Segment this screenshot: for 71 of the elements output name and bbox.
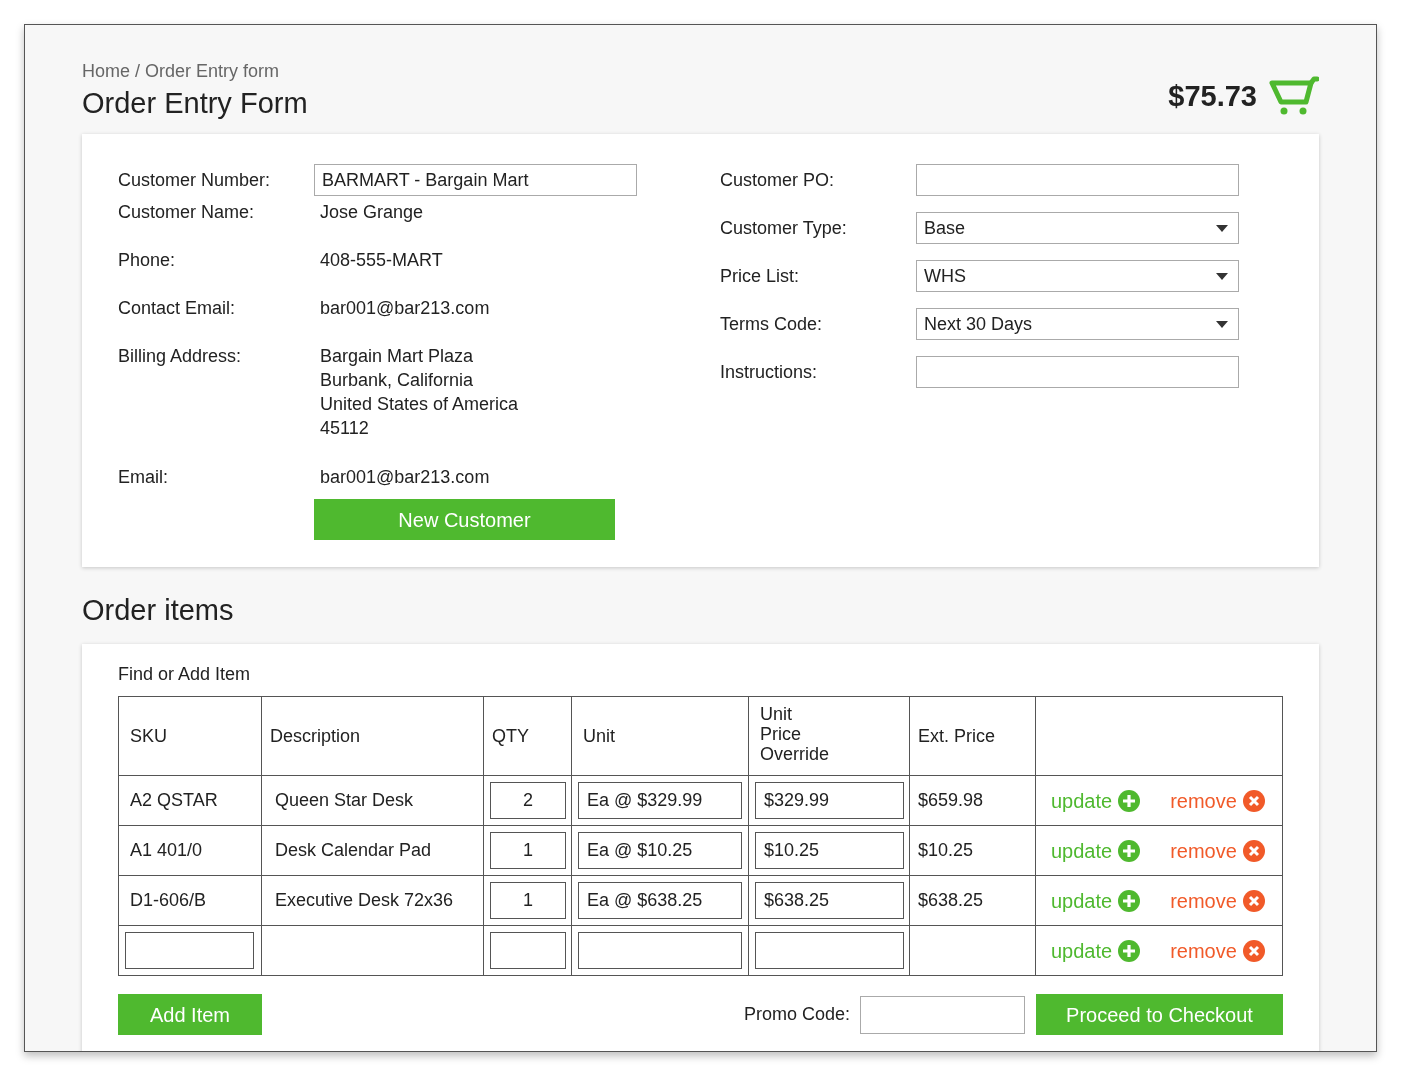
field-label: Phone: xyxy=(118,249,177,272)
promo-input[interactable] xyxy=(860,995,1025,1034)
table-cell: A2 QSTAR xyxy=(130,790,218,810)
table-cell: D1-606/B xyxy=(130,890,207,910)
x-circle-icon xyxy=(1242,789,1265,812)
find-label: Find or Add Item xyxy=(118,663,252,686)
field-label: Contact Email: xyxy=(118,297,237,320)
column-header: Unit Price Override xyxy=(760,704,830,764)
caret-icon xyxy=(1216,272,1228,280)
table-input[interactable]: Ea @ $329.99 xyxy=(578,782,742,819)
plus-circle-icon xyxy=(1118,789,1141,812)
field-value: 45112 xyxy=(320,417,370,440)
table-input[interactable]: 1 xyxy=(490,832,566,869)
x-circle-icon xyxy=(1242,839,1265,862)
column-header: SKU xyxy=(130,725,167,746)
table-input[interactable] xyxy=(125,932,254,969)
field-label: Customer Name: xyxy=(118,201,256,224)
field-value: 408-555-MART xyxy=(320,249,443,272)
table-cell: $10.25 xyxy=(918,840,974,860)
field-label: Instructions: xyxy=(720,360,819,384)
text-field[interactable] xyxy=(916,356,1239,388)
field-label: Customer Type: xyxy=(720,216,848,240)
field-value: Burbank, California xyxy=(320,369,475,392)
x-circle-icon xyxy=(1242,889,1265,912)
field-label: Price List: xyxy=(720,264,801,288)
field-value: bar001@bar213.com xyxy=(320,466,490,489)
dropdown[interactable]: Base xyxy=(916,212,1239,244)
table-input[interactable]: $329.99 xyxy=(755,782,904,819)
caret-icon xyxy=(1216,320,1228,328)
table-cell: $659.98 xyxy=(918,790,984,810)
table-input[interactable]: $10.25 xyxy=(755,832,904,869)
table-input[interactable]: $638.25 xyxy=(755,882,904,919)
table-input[interactable]: Ea @ $638.25 xyxy=(578,882,742,919)
breadcrumb: Home / Order Entry form xyxy=(82,60,281,83)
table-cell: A1 401/0 xyxy=(130,840,203,860)
table-cell: Executive Desk 72x36 xyxy=(275,890,454,910)
table-input[interactable] xyxy=(755,932,904,969)
text-field[interactable] xyxy=(916,164,1239,196)
customer-number-field[interactable]: BARMART - Bargain Mart xyxy=(314,164,637,196)
plus-circle-icon xyxy=(1118,889,1141,912)
column-header: Unit xyxy=(583,725,615,746)
field-value: Bargain Mart Plaza xyxy=(320,345,475,368)
caret-icon xyxy=(1216,224,1228,232)
field-value: Jose Grange xyxy=(320,201,424,224)
column-header: Description xyxy=(270,725,361,746)
table-cell: Queen Star Desk xyxy=(275,790,414,810)
section-title: Order items xyxy=(82,593,235,628)
field-value: bar001@bar213.com xyxy=(320,297,490,320)
table-input[interactable] xyxy=(578,932,742,969)
x-circle-icon xyxy=(1242,939,1265,962)
dropdown[interactable]: WHS xyxy=(916,260,1239,292)
dropdown[interactable]: Next 30 Days xyxy=(916,308,1239,340)
plus-circle-icon xyxy=(1118,939,1141,962)
field-value: United States of America xyxy=(320,393,519,416)
field-label: Customer Number: xyxy=(118,169,272,192)
cart-total: $75.73 xyxy=(1168,78,1257,114)
promo-label: Promo Code: xyxy=(743,1003,850,1026)
field-label: Customer PO: xyxy=(720,168,836,192)
plus-circle-icon xyxy=(1118,839,1141,862)
field-label: Email: xyxy=(118,466,169,489)
field-label: Terms Code: xyxy=(720,312,824,336)
table-cell: $638.25 xyxy=(918,890,984,910)
table-input[interactable] xyxy=(490,932,566,969)
page-title: Order Entry Form xyxy=(82,86,308,121)
table-input[interactable]: 1 xyxy=(490,882,566,919)
table-input[interactable]: 2 xyxy=(490,782,566,819)
column-header: Ext. Price xyxy=(918,725,996,746)
table-input[interactable]: Ea @ $10.25 xyxy=(578,832,742,869)
column-header: QTY xyxy=(492,725,529,746)
table-cell: Desk Calendar Pad xyxy=(275,840,432,860)
field-label: Billing Address: xyxy=(118,345,243,368)
